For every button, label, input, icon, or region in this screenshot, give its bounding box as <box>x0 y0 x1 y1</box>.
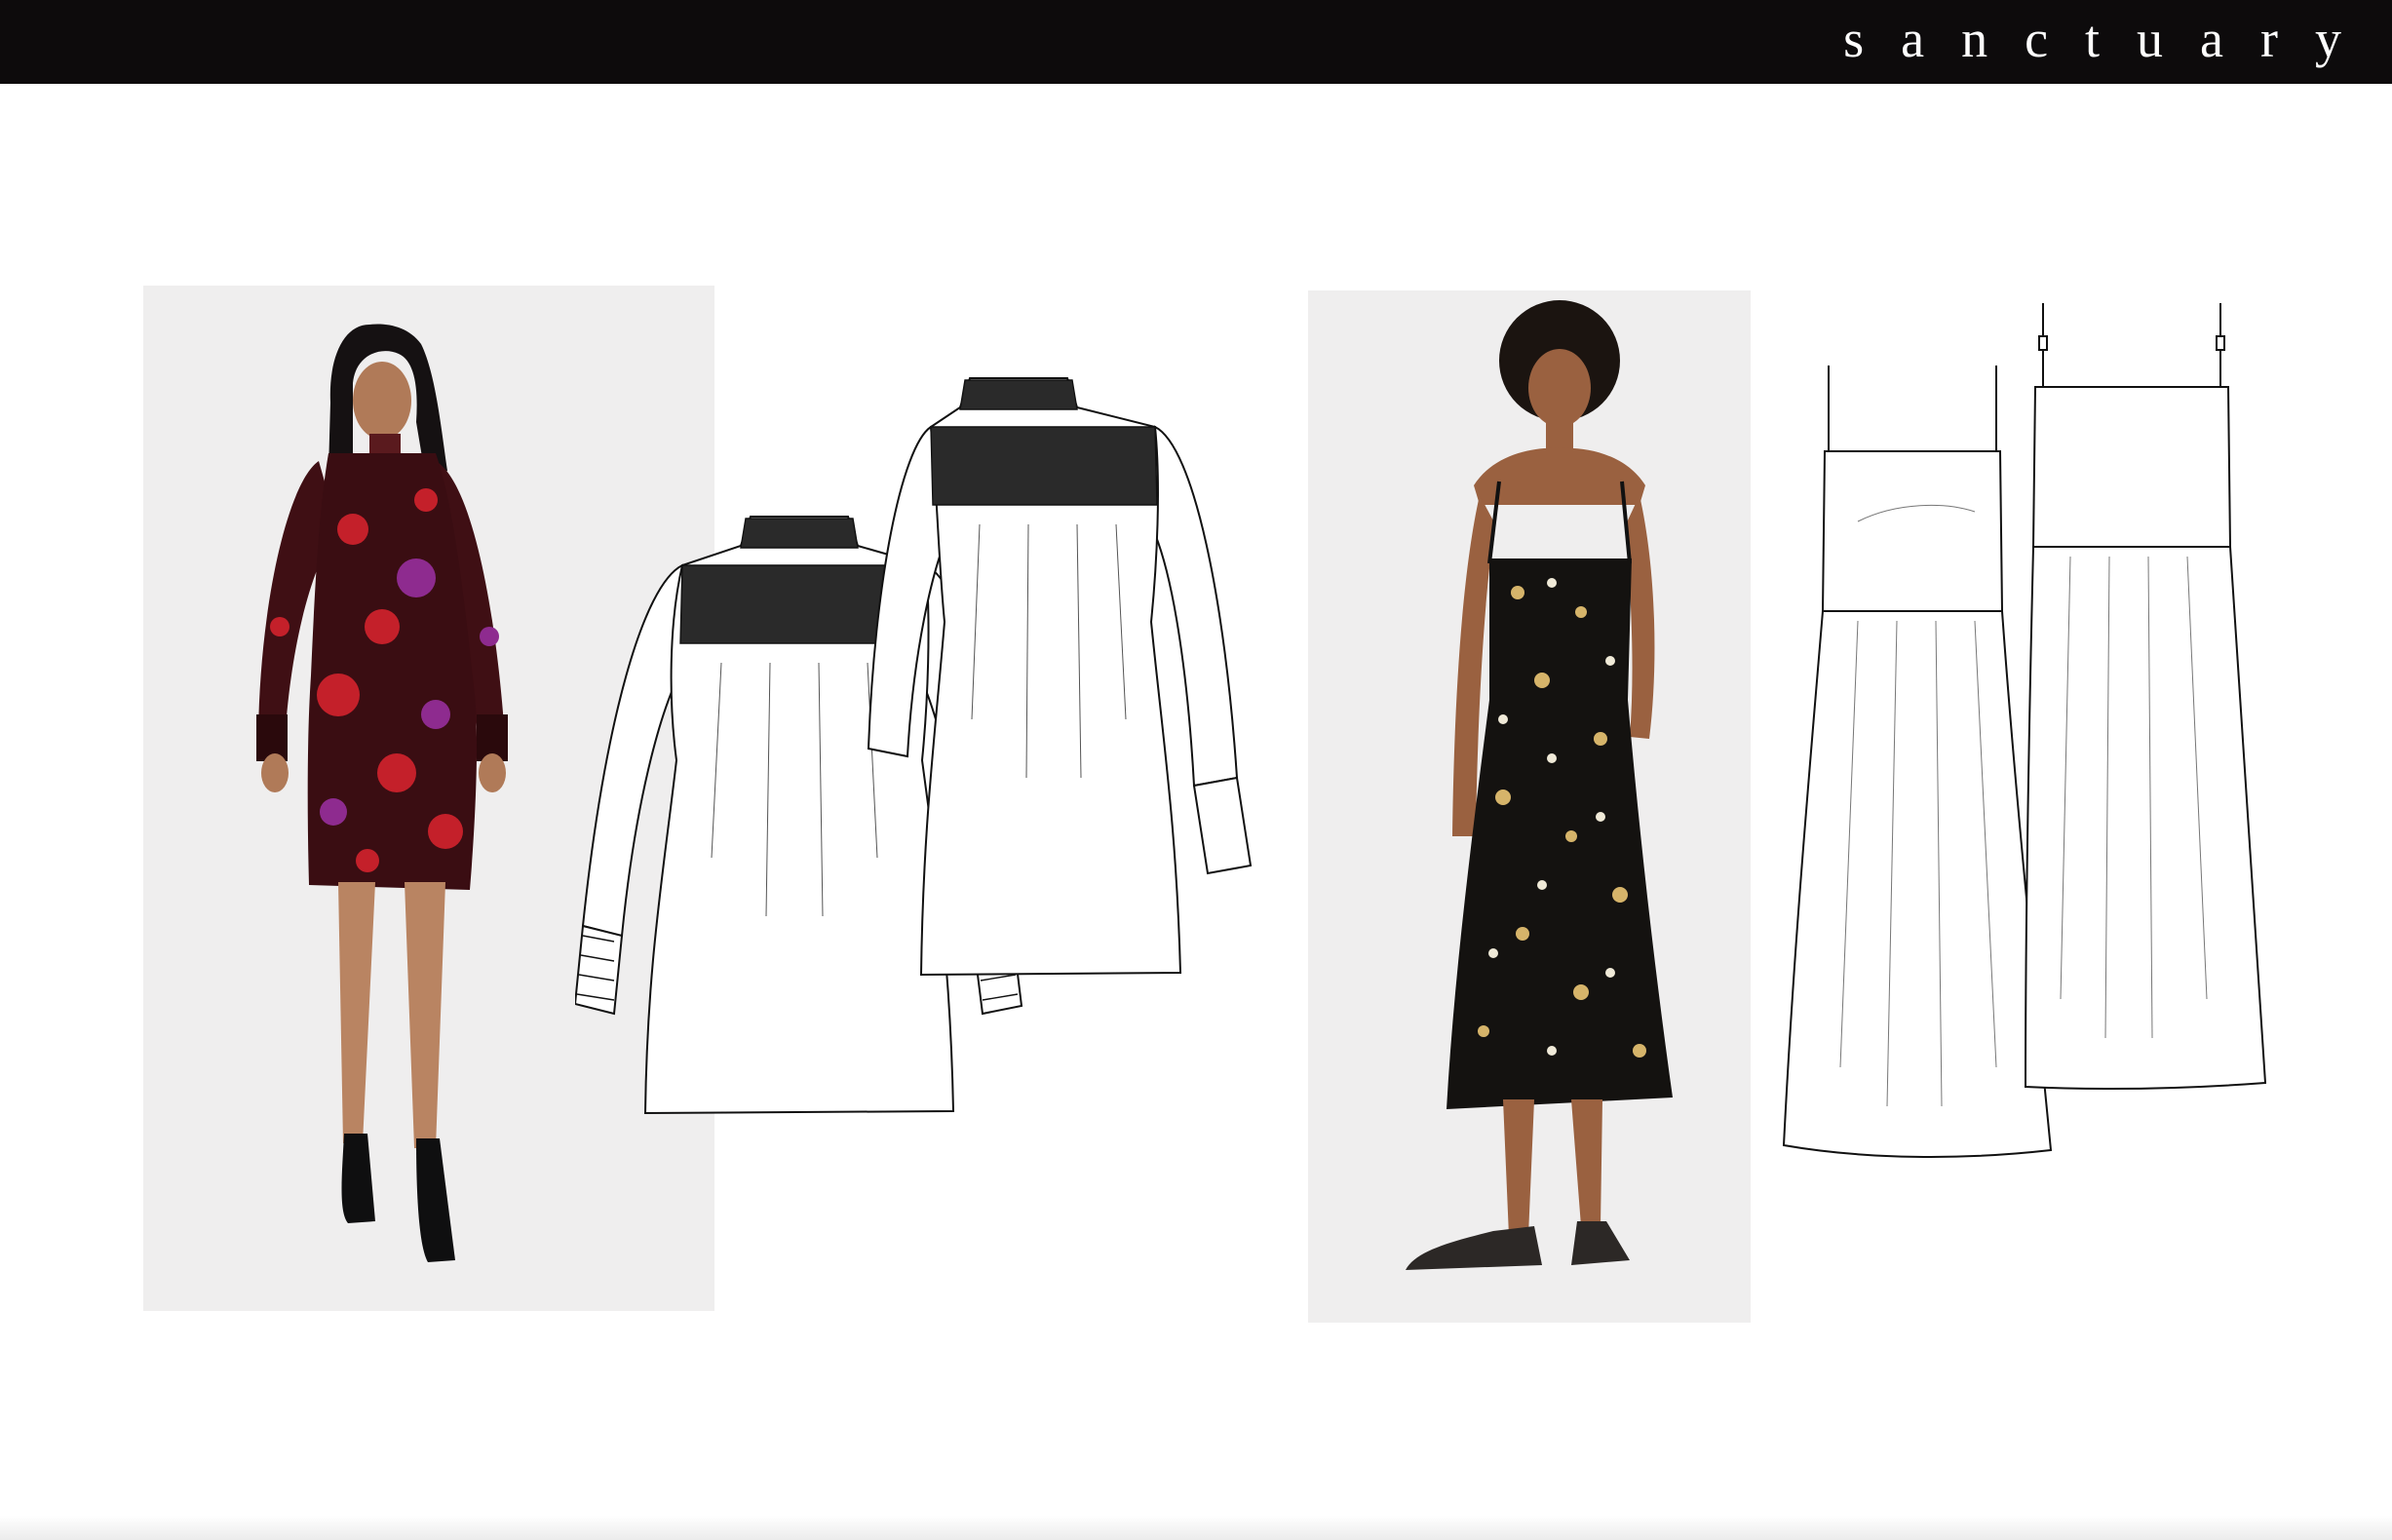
page-bottom-edge <box>0 1516 2392 1540</box>
technical-sketch-slip-dress-back <box>2024 303 2267 1091</box>
model-photo-floral-slip-midi-dress <box>1308 290 1751 1323</box>
technical-sketch-slip-dress-front <box>1782 366 2053 1158</box>
brand-header-bar: sanctuary <box>0 0 2392 84</box>
technical-sketch-smocked-dress-back <box>867 377 1253 977</box>
brand-logo: sanctuary <box>1843 10 2378 68</box>
model-illustration <box>1406 300 1673 1270</box>
